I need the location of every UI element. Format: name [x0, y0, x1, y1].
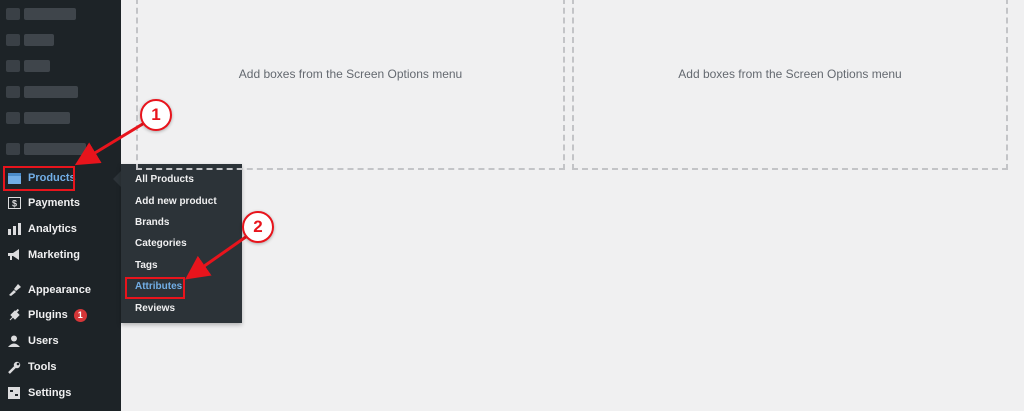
payments-icon: $: [7, 196, 21, 210]
redacted-menu-item[interactable]: [6, 34, 54, 46]
submenu-tags[interactable]: Tags: [135, 260, 158, 271]
submenu-add-new-product[interactable]: Add new product: [135, 196, 217, 207]
sidebar-item-label: Plugins: [28, 309, 68, 321]
products-submenu: All Products Add new product Brands Cate…: [121, 164, 242, 323]
sidebar-item-appearance[interactable]: Appearance: [0, 278, 121, 302]
tools-icon: [7, 360, 21, 374]
dashboard-column-right: Add boxes from the Screen Options menu: [572, 0, 1008, 170]
step-2-marker: 2: [242, 211, 274, 243]
sidebar-item-marketing[interactable]: Marketing: [0, 243, 121, 267]
empty-column-message: Add boxes from the Screen Options menu: [678, 67, 902, 81]
settings-icon: [7, 386, 21, 400]
submenu-all-products[interactable]: All Products: [135, 174, 194, 185]
sidebar-item-users[interactable]: Users: [0, 329, 121, 353]
sidebar-item-label: Appearance: [28, 284, 91, 296]
sidebar-item-payments[interactable]: $ Payments: [0, 191, 121, 215]
redacted-menu-item[interactable]: [6, 112, 70, 124]
redacted-menu-item[interactable]: [6, 60, 50, 72]
update-count-badge: 1: [73, 308, 87, 322]
plugins-icon: [7, 308, 21, 322]
redacted-menu-item[interactable]: [6, 86, 78, 98]
step-1-marker: 1: [140, 99, 172, 131]
sidebar-item-label: Analytics: [28, 223, 77, 235]
empty-column-message: Add boxes from the Screen Options menu: [238, 67, 463, 81]
redacted-menu-item[interactable]: [6, 143, 86, 155]
flyout-pointer: [113, 171, 121, 187]
attributes-highlight-box: [125, 277, 185, 299]
sidebar-item-label: Tools: [28, 361, 57, 373]
appearance-icon: [7, 283, 21, 297]
marketing-icon: [7, 248, 21, 262]
sidebar-item-label: Payments: [28, 197, 80, 209]
sidebar-item-label: Settings: [28, 387, 72, 399]
sidebar-item-label: Users: [28, 335, 59, 347]
svg-text:$: $: [11, 199, 16, 209]
submenu-categories[interactable]: Categories: [135, 238, 187, 249]
users-icon: [7, 334, 21, 348]
submenu-reviews[interactable]: Reviews: [135, 303, 175, 314]
analytics-icon: [7, 222, 21, 236]
dashboard-column-left: Add boxes from the Screen Options menu: [136, 0, 565, 170]
submenu-brands[interactable]: Brands: [135, 217, 169, 228]
admin-sidebar: Products $ Payments Analytics Marketing …: [0, 0, 121, 411]
sidebar-item-analytics[interactable]: Analytics: [0, 217, 121, 241]
sidebar-item-tools[interactable]: Tools: [0, 355, 121, 379]
products-highlight-box: [3, 166, 75, 191]
redacted-menu-item[interactable]: [6, 8, 76, 20]
sidebar-item-settings[interactable]: Settings: [0, 381, 121, 405]
sidebar-item-plugins[interactable]: Plugins 1: [0, 303, 121, 327]
sidebar-item-label: Marketing: [28, 249, 80, 261]
